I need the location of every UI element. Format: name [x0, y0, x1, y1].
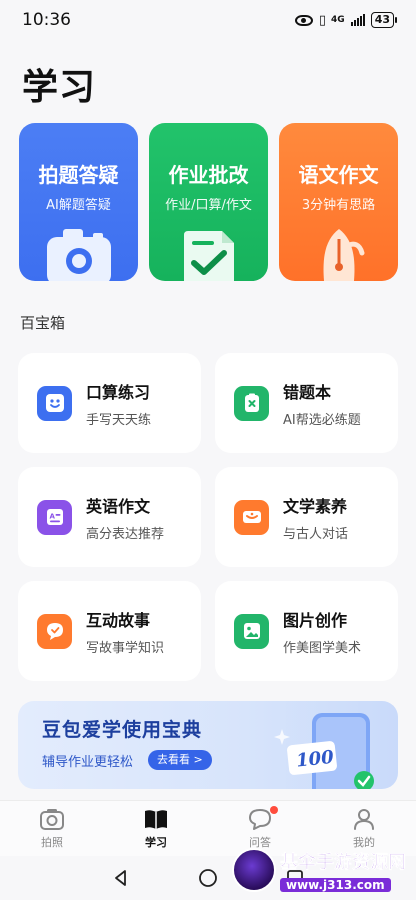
- status-icons: ▯ 4G 43: [294, 12, 398, 28]
- banner-view-button[interactable]: 去看看 >: [148, 750, 212, 770]
- status-time: 10:36: [22, 10, 71, 30]
- status-bar: 10:36 ▯ 4G 43: [0, 0, 416, 40]
- feature-card-subtitle: AI解题答疑: [46, 198, 111, 213]
- tool-title: 口算练习: [86, 382, 151, 402]
- network-type: 4G: [331, 14, 345, 25]
- book-icon: [145, 810, 167, 829]
- watermark-logo-icon: [232, 848, 276, 892]
- tool-title: 互动故事: [86, 610, 151, 630]
- pen-nib-icon: [323, 229, 364, 281]
- banner-art-score: 100: [295, 747, 335, 772]
- banner-subtitle: 辅导作业更轻松: [42, 755, 134, 770]
- camera-outline-icon: [40, 809, 64, 830]
- banner-title: 豆包爱学使用宝典: [42, 719, 203, 741]
- guide-banner[interactable]: 豆包爱学使用宝典 辅导作业更轻松 去看看 > 100: [18, 701, 398, 789]
- home-icon[interactable]: [198, 868, 218, 888]
- tool-card-english-essay[interactable]: A 英语作文 高分表达推荐: [18, 467, 201, 567]
- tool-card-interactive-story[interactable]: 互动故事 写故事学知识: [18, 581, 201, 681]
- tool-card-mental-math[interactable]: 口算练习 手写天天练: [18, 353, 201, 453]
- person-icon: [354, 809, 374, 830]
- english-doc-icon: A: [37, 499, 72, 535]
- section-label: 百宝箱: [20, 314, 66, 332]
- tool-title: 英语作文: [86, 496, 151, 516]
- tool-card-literature[interactable]: 文学素养 与古人对话: [215, 467, 398, 567]
- page-title: 学习: [22, 66, 97, 108]
- chat-bubbles-icon: [37, 613, 72, 649]
- tab-study[interactable]: 学习: [104, 801, 208, 856]
- feature-card-subtitle: 作业/口算/作文: [165, 198, 252, 213]
- svg-text:A: A: [49, 513, 55, 521]
- tool-title: 错题本: [283, 382, 332, 402]
- camera-icon: [46, 229, 111, 281]
- feature-card-title: 拍题答疑: [38, 163, 119, 187]
- watermark-title: 基伞手游资源网: [280, 851, 407, 873]
- tool-subtitle: 高分表达推荐: [86, 526, 165, 542]
- signal-icon: [350, 14, 365, 26]
- feature-card-homework-check[interactable]: 作业批改 作业/口算/作文: [149, 123, 268, 281]
- back-icon[interactable]: [112, 869, 130, 887]
- tool-subtitle: 与古人对话: [283, 526, 349, 542]
- watermark: 基伞手游资源网 www.j313.com: [232, 842, 412, 898]
- tool-subtitle: AI帮选必练题: [283, 412, 361, 428]
- feature-card-subtitle: 3分钟有思路: [301, 198, 376, 213]
- scroll-icon: [234, 499, 269, 535]
- feature-card-title: 作业批改: [168, 163, 249, 187]
- feature-cards: 拍题答疑 AI解题答疑 作业批改 作业/口算/作文 语文作文 3分钟有思路: [19, 123, 398, 281]
- tool-card-image-creation[interactable]: 图片创作 作美图学美术: [215, 581, 398, 681]
- tool-subtitle: 写故事学知识: [86, 640, 165, 656]
- tab-label: 拍照: [41, 836, 63, 849]
- watermark-url: www.j313.com: [280, 877, 391, 892]
- tool-title: 图片创作: [283, 610, 348, 630]
- battery-indicator: 43: [370, 12, 398, 28]
- tool-title: 文学素养: [283, 496, 348, 516]
- tool-subtitle: 作美图学美术: [283, 640, 362, 656]
- feature-card-photo-question[interactable]: 拍题答疑 AI解题答疑: [19, 123, 138, 281]
- image-icon: [234, 613, 269, 649]
- feature-card-chinese-essay[interactable]: 语文作文 3分钟有思路: [279, 123, 398, 281]
- phone-illustration-icon: 100: [274, 713, 374, 789]
- tool-grid: 口算练习 手写天天练 错题本 AI帮选必练题 A 英语作文 高分表达推荐 文学素…: [18, 353, 398, 681]
- tab-photo[interactable]: 拍照: [0, 801, 104, 856]
- check-document-icon: [183, 231, 234, 281]
- wrong-clipboard-icon: [234, 385, 269, 421]
- eye-icon: [294, 14, 313, 26]
- feature-card-title: 语文作文: [298, 163, 379, 187]
- vibrate-icon: ▯: [318, 12, 326, 28]
- tool-card-wrong-questions[interactable]: 错题本 AI帮选必练题: [215, 353, 398, 453]
- tool-subtitle: 手写天天练: [86, 412, 152, 428]
- tab-label: 学习: [145, 836, 167, 849]
- smile-face-icon: [37, 385, 72, 421]
- notification-dot: [270, 806, 278, 814]
